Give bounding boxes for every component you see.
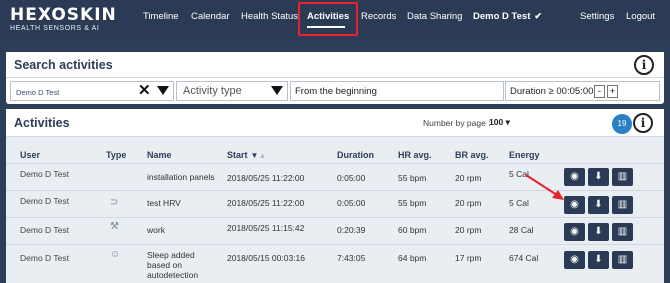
- delete-button[interactable]: ▥: [612, 196, 633, 214]
- annotation-arrow-icon: [525, 174, 564, 200]
- user-select[interactable]: Demo D Test ✕: [10, 81, 174, 101]
- search-panel-header: Search activities i: [6, 52, 664, 78]
- row-name: Sleep added based on autodetection: [147, 250, 199, 280]
- row-duration: 0:05:00: [337, 173, 366, 183]
- col-hr[interactable]: HR avg.: [398, 150, 432, 160]
- row-name: installation panels: [147, 172, 215, 182]
- nav-health-status[interactable]: Health Status: [241, 11, 298, 22]
- row-duration: 0:05:00: [337, 198, 366, 208]
- user-select-value: Demo D Test: [16, 88, 60, 97]
- delete-button[interactable]: ▥: [612, 223, 633, 241]
- row-hr: 55 bpm: [398, 198, 427, 208]
- duration-label: Duration ≥ 00:05:00: [510, 86, 594, 97]
- nav-user-menu[interactable]: Demo D Test ✔: [473, 11, 542, 22]
- nav-data-sharing[interactable]: Data Sharing: [407, 11, 462, 22]
- search-panel: Search activities i Demo D Test ✕ Activi…: [6, 52, 664, 104]
- top-nav: HEXOSKIN HEALTH SENSORS & AI Timeline Ca…: [0, 0, 670, 40]
- dropdown-caret-icon[interactable]: [157, 86, 169, 95]
- download-button[interactable]: ⬇: [588, 196, 609, 214]
- highlight-annotation: [298, 2, 358, 36]
- row-name: work: [147, 225, 165, 235]
- duration-increase-button[interactable]: +: [607, 85, 618, 98]
- download-button[interactable]: ⬇: [588, 168, 609, 186]
- row-br: 17 rpm: [455, 253, 482, 263]
- row-energy: 28 Cal: [509, 225, 534, 235]
- row-user: Demo D Test: [20, 225, 69, 235]
- row-br: 20 rpm: [455, 173, 482, 183]
- delete-button[interactable]: ▥: [612, 251, 633, 269]
- col-br[interactable]: BR avg.: [455, 150, 489, 160]
- row-br: 20 rpm: [455, 225, 482, 235]
- info-icon[interactable]: i: [633, 113, 653, 133]
- row-duration: 7:43:05: [337, 253, 366, 263]
- row-user: Demo D Test: [20, 169, 69, 179]
- search-row: Demo D Test ✕ Activity type From the beg…: [10, 81, 660, 101]
- view-button[interactable]: ◉: [564, 223, 585, 241]
- nav-settings[interactable]: Settings: [580, 11, 614, 22]
- table-row[interactable]: Demo D Test ☺ Sleep added based on autod…: [6, 244, 664, 283]
- activity-type-select[interactable]: Activity type: [176, 81, 288, 101]
- dropdown-caret-icon[interactable]: [271, 86, 283, 95]
- col-start[interactable]: Start ▼▲: [227, 150, 266, 160]
- row-hr: 60 bpm: [398, 225, 427, 235]
- activities-panel-header: Activities Number by page : 100 ▾ 19 i: [6, 109, 664, 137]
- row-energy: 674 Cal: [509, 253, 539, 263]
- col-type[interactable]: Type: [106, 150, 126, 160]
- activity-count-badge: 19: [612, 114, 632, 134]
- sort-icon[interactable]: ▼▲: [251, 151, 267, 160]
- brand-tagline: HEALTH SENSORS & AI: [10, 25, 100, 32]
- brand-logo[interactable]: HEXOSKIN HEALTH SENSORS & AI: [10, 6, 117, 33]
- activities-title: Activities: [14, 116, 70, 130]
- col-name[interactable]: Name: [147, 150, 172, 160]
- duration-decrease-button[interactable]: -: [594, 85, 605, 98]
- download-button[interactable]: ⬇: [588, 251, 609, 269]
- table-row[interactable]: Demo D Test ⚒ work 2018/05/25 11:15:42 0…: [6, 217, 664, 244]
- work-icon: ⚒: [110, 221, 119, 232]
- delete-button[interactable]: ▥: [612, 168, 633, 186]
- nav-calendar[interactable]: Calendar: [191, 11, 230, 22]
- row-name: test HRV: [147, 198, 181, 208]
- user-menu-label: Demo D Test: [473, 11, 531, 22]
- row-start: 2018/05/25 11:22:00: [227, 198, 305, 208]
- sleep-icon: ☺: [110, 249, 121, 260]
- clear-icon[interactable]: ✕: [138, 83, 151, 99]
- search-title: Search activities: [14, 58, 113, 72]
- info-icon[interactable]: i: [634, 55, 654, 75]
- rest-icon: ⊃: [110, 197, 119, 208]
- date-from-value: From the beginning: [295, 86, 377, 97]
- brand-name: HEXOSKIN: [10, 5, 117, 25]
- nav-timeline[interactable]: Timeline: [143, 11, 179, 22]
- row-duration: 0:20:39: [337, 225, 366, 235]
- col-start-label: Start: [227, 150, 248, 160]
- activity-type-placeholder: Activity type: [183, 85, 242, 97]
- per-page-value: 100: [489, 117, 504, 127]
- row-user: Demo D Test: [20, 253, 69, 263]
- col-user[interactable]: User: [20, 150, 40, 160]
- per-page-label: Number by page :: [423, 118, 491, 128]
- view-button[interactable]: ◉: [564, 251, 585, 269]
- duration-filter: Duration ≥ 00:05:00 - +: [505, 81, 660, 101]
- col-duration[interactable]: Duration: [337, 150, 374, 160]
- row-hr: 55 bpm: [398, 173, 427, 183]
- per-page-select[interactable]: 100 ▾: [489, 117, 510, 128]
- nav-records[interactable]: Records: [361, 11, 396, 22]
- date-from-field[interactable]: From the beginning: [290, 81, 504, 101]
- row-br: 20 rpm: [455, 198, 482, 208]
- row-start: 2018/05/25 11:22:00: [227, 173, 305, 183]
- download-button[interactable]: ⬇: [588, 223, 609, 241]
- nav-logout[interactable]: Logout: [626, 11, 655, 22]
- chevron-down-icon: ▾: [505, 117, 510, 127]
- row-start: 2018/05/25 11:15:42: [227, 223, 305, 233]
- col-energy[interactable]: Energy: [509, 150, 540, 160]
- row-hr: 64 bpm: [398, 253, 427, 263]
- chevron-down-icon: ✔: [534, 11, 542, 21]
- row-start: 2018/05/15 00:03:16: [227, 253, 305, 263]
- row-user: Demo D Test: [20, 196, 69, 206]
